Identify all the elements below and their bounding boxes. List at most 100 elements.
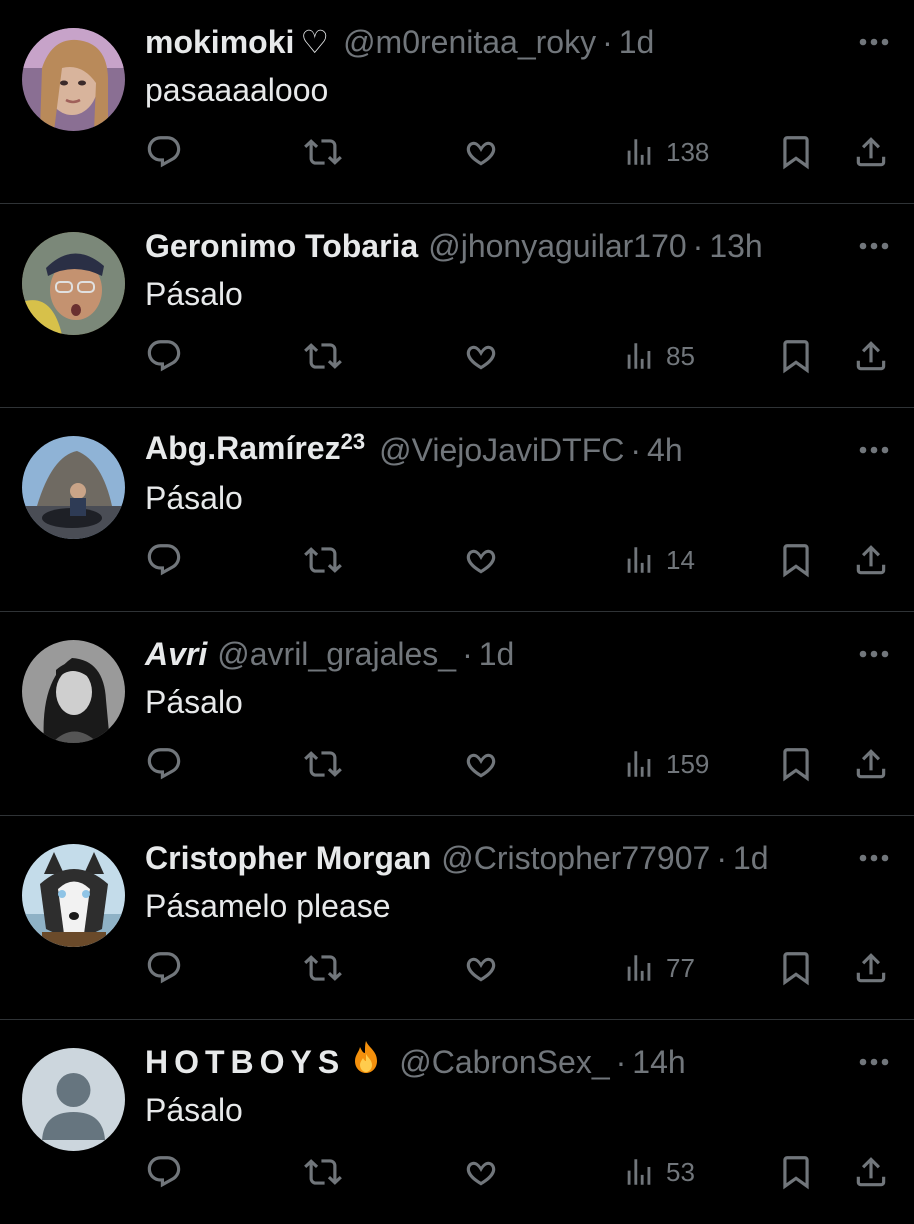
retweet-icon[interactable] <box>302 1148 344 1196</box>
tweet-item[interactable]: Geronimo Tobaria @jhonyaguilar170 · 13h … <box>0 204 914 408</box>
tweet-header: Cristopher Morgan @Cristopher77907 · 1d <box>145 836 804 880</box>
user-handle[interactable]: @avril_grajales_ <box>217 632 456 676</box>
tweet-header: Avri @avril_grajales_ · 1d <box>145 632 804 676</box>
display-name[interactable]: mokimoki <box>145 20 294 64</box>
action-bar: 85 <box>0 332 914 380</box>
bookmark-icon[interactable] <box>777 740 815 788</box>
action-bar: 14 <box>0 536 914 584</box>
separator-dot: · <box>692 228 704 264</box>
views-icon <box>627 751 651 777</box>
heart-icon[interactable] <box>462 1148 500 1196</box>
bookmark-icon[interactable] <box>777 1148 815 1196</box>
timestamp[interactable]: 1d <box>619 20 655 64</box>
action-bar: 53 <box>0 1148 914 1196</box>
reply-icon[interactable] <box>145 536 183 584</box>
bookmark-icon[interactable] <box>777 944 815 992</box>
display-name[interactable]: Avri <box>145 632 207 676</box>
share-icon[interactable] <box>852 1148 890 1196</box>
separator-dot: · <box>615 1044 627 1080</box>
views-stat[interactable]: 14 <box>622 536 695 584</box>
more-icon[interactable] <box>854 234 894 258</box>
more-icon[interactable] <box>854 846 894 870</box>
heart-outline-glyph: ♡ <box>300 24 330 60</box>
display-name-text: Abg.Ramírez <box>145 430 341 466</box>
reply-icon[interactable] <box>145 944 183 992</box>
tweet-text: pasaaaalooo <box>145 72 329 108</box>
action-bar: 159 <box>0 740 914 788</box>
retweet-icon[interactable] <box>302 332 344 380</box>
heart-icon[interactable] <box>462 536 500 584</box>
timestamp[interactable]: 13h <box>709 224 762 268</box>
more-icon[interactable] <box>854 30 894 54</box>
avatar[interactable] <box>22 1048 125 1151</box>
more-icon[interactable] <box>854 642 894 666</box>
user-handle[interactable]: @Cristopher77907 <box>441 836 710 880</box>
avatar[interactable] <box>22 28 125 131</box>
reply-icon[interactable] <box>145 1148 183 1196</box>
tweet-text: Pásalo <box>145 1092 243 1128</box>
views-stat[interactable]: 138 <box>622 128 709 176</box>
name-superscript: 23 <box>340 429 366 454</box>
tweet-header: Abg.Ramírez23 @ViejoJaviDTFC · 4h <box>145 428 804 472</box>
tweet-text: Pásalo <box>145 480 243 516</box>
reply-icon[interactable] <box>145 740 183 788</box>
heart-icon[interactable] <box>462 332 500 380</box>
views-icon <box>627 547 651 573</box>
reply-icon[interactable] <box>145 128 183 176</box>
tweet-text: Pásalo <box>145 684 243 720</box>
separator-dot: · <box>630 432 642 468</box>
avatar[interactable] <box>22 436 125 539</box>
display-name[interactable]: HOTBOYS <box>145 1040 345 1084</box>
bookmark-icon[interactable] <box>777 536 815 584</box>
retweet-icon[interactable] <box>302 944 344 992</box>
views-stat[interactable]: 77 <box>622 944 695 992</box>
timestamp[interactable]: 1d <box>733 836 769 880</box>
separator-dot: · <box>602 24 613 60</box>
timestamp[interactable]: 1d <box>479 632 515 676</box>
tweet-item[interactable]: Abg.Ramírez23 @ViejoJaviDTFC · 4h Pásalo… <box>0 408 914 612</box>
tweet-item[interactable]: mokimoki ♡ @m0renitaa_roky · 1d pasaaaal… <box>0 0 914 204</box>
action-bar: 138 <box>0 128 914 176</box>
user-handle[interactable]: @m0renitaa_roky <box>343 20 596 64</box>
retweet-icon[interactable] <box>302 128 344 176</box>
bookmark-icon[interactable] <box>777 128 815 176</box>
avatar[interactable] <box>22 640 125 743</box>
more-icon[interactable] <box>854 438 894 462</box>
more-icon[interactable] <box>854 1050 894 1074</box>
heart-icon[interactable] <box>462 740 500 788</box>
tweet-text: Pásalo <box>145 276 243 312</box>
views-stat[interactable]: 53 <box>622 1148 695 1196</box>
views-stat[interactable]: 85 <box>622 332 695 380</box>
tweet-item[interactable]: Cristopher Morgan @Cristopher77907 · 1d … <box>0 816 914 1020</box>
views-icon <box>627 139 651 165</box>
avatar[interactable] <box>22 232 125 335</box>
views-count: 138 <box>666 136 710 167</box>
share-icon[interactable] <box>852 128 890 176</box>
views-count: 53 <box>666 1156 695 1187</box>
share-icon[interactable] <box>852 536 890 584</box>
share-icon[interactable] <box>852 740 890 788</box>
tweet-header: mokimoki ♡ @m0renitaa_roky · 1d <box>145 20 804 64</box>
share-icon[interactable] <box>852 944 890 992</box>
timestamp[interactable]: 4h <box>647 428 683 472</box>
user-handle[interactable]: @jhonyaguilar170 <box>428 224 686 268</box>
reply-feed: mokimoki ♡ @m0renitaa_roky · 1d pasaaaal… <box>0 0 914 1224</box>
heart-icon[interactable] <box>462 944 500 992</box>
display-name[interactable]: Abg.Ramírez23 <box>145 426 365 474</box>
user-handle[interactable]: @CabronSex_ <box>399 1040 609 1084</box>
reply-icon[interactable] <box>145 332 183 380</box>
timestamp[interactable]: 14h <box>632 1040 685 1084</box>
views-stat[interactable]: 159 <box>622 740 709 788</box>
share-icon[interactable] <box>852 332 890 380</box>
avatar[interactable] <box>22 844 125 947</box>
heart-icon[interactable] <box>462 128 500 176</box>
tweet-item[interactable]: HOTBOYS @CabronSex_ · 14h Pásalo 53 <box>0 1020 914 1224</box>
user-handle[interactable]: @ViejoJaviDTFC <box>379 428 624 472</box>
display-name[interactable]: Geronimo Tobaria <box>145 224 418 268</box>
views-count: 159 <box>666 748 710 779</box>
retweet-icon[interactable] <box>302 536 344 584</box>
tweet-item[interactable]: Avri @avril_grajales_ · 1d Pásalo 159 <box>0 612 914 816</box>
bookmark-icon[interactable] <box>777 332 815 380</box>
display-name[interactable]: Cristopher Morgan <box>145 836 431 880</box>
retweet-icon[interactable] <box>302 740 344 788</box>
